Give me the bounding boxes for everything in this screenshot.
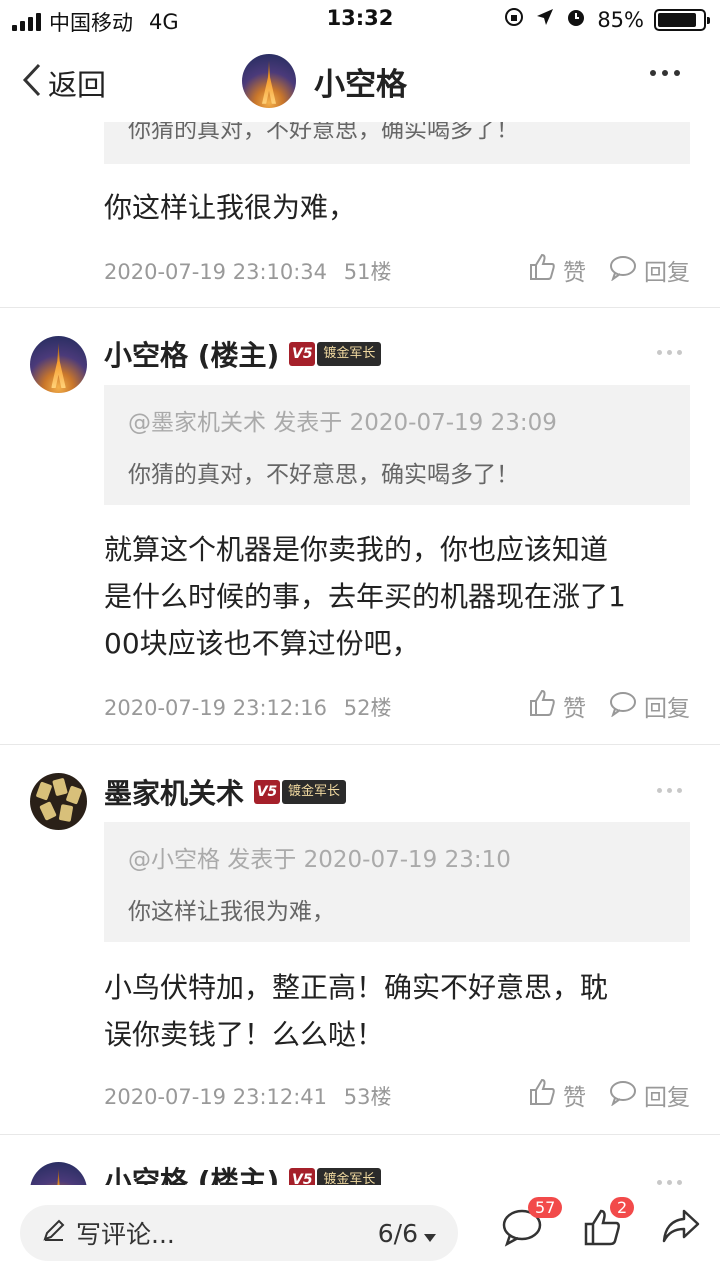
avatar[interactable] xyxy=(30,1162,87,1185)
post-actions: 赞 回复 xyxy=(527,1077,690,1113)
post-more-icon[interactable] xyxy=(657,788,682,793)
comment-placeholder: 写评论... xyxy=(76,1220,175,1249)
post-text-line: 小鸟伏特加，整正高！确实不好意思，耽 xyxy=(104,971,609,1004)
comment-bubble-icon xyxy=(608,253,638,287)
page-selector[interactable]: 6/6 xyxy=(378,1219,436,1248)
post-time: 2020-07-19 23:12:41 xyxy=(104,1085,328,1109)
post-floor: 51楼 xyxy=(343,260,392,284)
post-text-line: 是什么时候的事，去年买的机器现在涨了1 xyxy=(104,580,626,613)
reply-button[interactable]: 回复 xyxy=(608,253,690,287)
rank-badge: 镀金军长 xyxy=(317,342,382,366)
post-author: 墨家机关术 V5 镀金军长 xyxy=(104,772,347,812)
thumb-up-icon xyxy=(527,1077,557,1113)
comment-input[interactable]: 写评论... 6/6 xyxy=(20,1205,458,1261)
reply-label: 回复 xyxy=(644,1085,690,1111)
caret-down-icon xyxy=(424,1219,436,1248)
thumb-up-icon xyxy=(527,688,557,724)
post-meta: 2020-07-19 23:12:41 53楼 xyxy=(104,1081,391,1111)
comments-button[interactable]: 57 xyxy=(500,1197,563,1251)
post-text: 就算这个机器是你卖我的，你也应该知道 是什么时候的事，去年买的机器现在涨了1 0… xyxy=(104,526,694,667)
level-badge: V5 xyxy=(254,780,281,804)
reply-button[interactable]: 回复 xyxy=(608,689,690,723)
like-label: 赞 xyxy=(563,260,586,286)
quote-text: 你猜的真对，不好意思，确实喝多了！ xyxy=(128,122,519,143)
post-floor: 53楼 xyxy=(343,1085,392,1109)
level-badge: V5 xyxy=(289,342,316,366)
post-author: 小空格 (楼主) V5 镀金军长 xyxy=(104,1160,382,1185)
post-actions: 赞 回复 xyxy=(527,252,690,288)
reply-label: 回复 xyxy=(644,260,690,286)
author-name[interactable]: 墨家机关术 xyxy=(104,772,244,812)
bottom-bar: 写评论... 6/6 57 2 xyxy=(0,1185,720,1280)
post-actions: 赞 回复 xyxy=(527,688,690,724)
post-meta: 2020-07-19 23:12:16 52楼 xyxy=(104,692,391,722)
post-time: 2020-07-19 23:10:34 xyxy=(104,260,328,284)
like-label: 赞 xyxy=(563,696,586,722)
comment-bubble-icon xyxy=(608,689,638,723)
lock-rotation-icon xyxy=(503,6,525,33)
quote-text: 你猜的真对，不好意思，确实喝多了！ xyxy=(128,462,519,488)
back-label: 返回 xyxy=(48,68,107,102)
comment-count: 57 xyxy=(528,1197,563,1218)
page-title: 小空格 xyxy=(314,66,407,103)
avatar[interactable] xyxy=(30,336,87,393)
battery-icon xyxy=(654,8,710,31)
like-button[interactable]: 赞 xyxy=(527,1077,586,1113)
level-badge: V5 xyxy=(289,1168,316,1185)
quote-meta: @小空格 发表于 2020-07-19 23:10 xyxy=(128,847,511,873)
rank-badge: 镀金军长 xyxy=(282,780,347,804)
status-bar: 中国移动 4G 13:32 85% xyxy=(0,0,720,40)
post-text: 你这样让我很为难， xyxy=(104,191,357,224)
like-button[interactable]: 赞 xyxy=(527,688,586,724)
quote-meta: @墨家机关术 发表于 2020-07-19 23:09 xyxy=(128,410,557,436)
post-time: 2020-07-19 23:12:16 xyxy=(104,696,328,720)
divider xyxy=(0,307,720,308)
page-indicator: 6/6 xyxy=(377,1218,418,1248)
chevron-left-icon xyxy=(22,63,42,104)
comment-bubble-icon xyxy=(608,1078,638,1112)
divider xyxy=(0,744,720,745)
share-arrow-icon xyxy=(660,1209,702,1249)
post-text-line: 就算这个机器是你卖我的，你也应该知道 xyxy=(104,533,609,566)
like-count: 2 xyxy=(610,1197,635,1218)
more-options-icon[interactable] xyxy=(650,70,680,76)
quote-block: @墨家机关术 发表于 2020-07-19 23:09 你猜的真对，不好意思，确… xyxy=(104,385,690,505)
divider xyxy=(0,1134,720,1135)
thumb-up-icon xyxy=(527,252,557,288)
nav-bar: 返回 小空格 xyxy=(0,40,720,122)
nav-avatar[interactable] xyxy=(242,54,296,108)
reply-label: 回复 xyxy=(644,696,690,722)
post-text-line: 误你卖钱了！么么哒！ xyxy=(104,1018,385,1051)
pencil-icon xyxy=(42,1218,66,1248)
post-text-line: 00块应该也不算过份吧， xyxy=(104,627,420,660)
post-author: 小空格 (楼主) V5 镀金军长 xyxy=(104,334,382,374)
author-name[interactable]: 小空格 (楼主) xyxy=(104,1160,279,1185)
rank-badge: 镀金军长 xyxy=(317,1168,382,1185)
quote-block: 你猜的真对，不好意思，确实喝多了！ xyxy=(104,122,690,164)
location-icon xyxy=(535,7,555,32)
post-text: 小鸟伏特加，整正高！确实不好意思，耽 误你卖钱了！么么哒！ xyxy=(104,964,694,1058)
post-floor: 52楼 xyxy=(343,696,392,720)
quote-block: @小空格 发表于 2020-07-19 23:10 你这样让我很为难， xyxy=(104,822,690,942)
reply-button[interactable]: 回复 xyxy=(608,1078,690,1112)
back-button[interactable]: 返回 xyxy=(22,62,106,104)
post-meta: 2020-07-19 23:10:34 51楼 xyxy=(104,256,391,286)
like-post-button[interactable]: 2 xyxy=(582,1197,635,1251)
like-button[interactable]: 赞 xyxy=(527,252,586,288)
reply-list: 你猜的真对，不好意思，确实喝多了！ 你这样让我很为难， 2020-07-19 2… xyxy=(0,122,720,1185)
quote-text: 你这样让我很为难， xyxy=(128,899,335,925)
author-name[interactable]: 小空格 (楼主) xyxy=(104,334,279,374)
post-more-icon[interactable] xyxy=(657,350,682,355)
share-button[interactable] xyxy=(660,1207,702,1249)
battery-percent: 85% xyxy=(597,7,644,32)
comment-bubble-icon xyxy=(500,1209,544,1251)
avatar[interactable] xyxy=(30,773,87,830)
like-label: 赞 xyxy=(563,1085,586,1111)
alarm-icon xyxy=(565,6,587,33)
thumb-up-icon xyxy=(582,1209,624,1251)
